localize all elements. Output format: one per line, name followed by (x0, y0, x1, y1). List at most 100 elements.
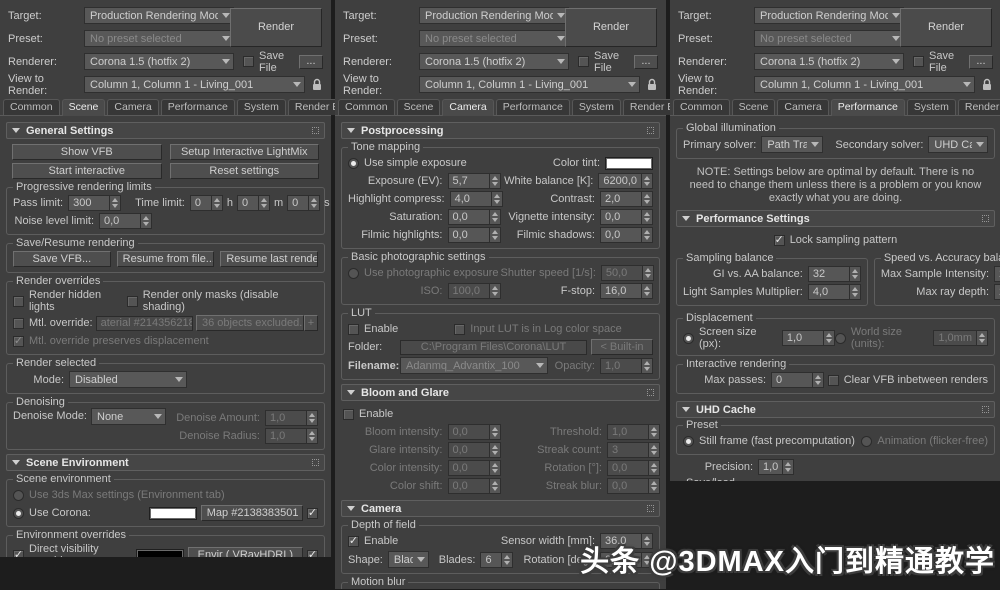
preset-dropdown[interactable]: No preset selected (84, 30, 234, 47)
add-exclude-button[interactable]: + (304, 315, 318, 331)
render-only-masks-checkbox[interactable] (127, 296, 138, 307)
streak-blur-spinner[interactable]: 0,0 (607, 478, 660, 494)
screen-size-spinner[interactable]: 1,0 (782, 330, 835, 346)
lock-icon[interactable] (311, 78, 323, 92)
bloom-enable-checkbox[interactable] (343, 409, 354, 420)
spinner-arrows-icon[interactable] (642, 191, 653, 207)
render-button[interactable]: Render (230, 8, 322, 47)
lut-log-checkbox[interactable] (454, 324, 465, 335)
save-file-checkbox[interactable] (243, 56, 254, 67)
lut-folder-field[interactable]: C:\Program Files\Corona\LUT (400, 340, 587, 355)
tab-common[interactable]: Common (3, 99, 60, 115)
precision-spinner[interactable]: 1,0 (758, 459, 794, 475)
general-settings-rollout[interactable]: General Settings (6, 122, 325, 139)
spinner-arrows-icon[interactable] (490, 209, 501, 225)
renderer-dropdown[interactable]: Corona 1.5 (hotfix 2) (84, 53, 234, 70)
white-balance-spinner[interactable]: 6200,0 (598, 173, 653, 189)
spinner-arrows-icon[interactable] (141, 213, 152, 229)
pin-icon[interactable] (312, 459, 319, 466)
spinner-arrows-icon[interactable] (813, 372, 824, 388)
render-output-dots-button[interactable]: ... (299, 55, 323, 69)
direct-visibility-swatch[interactable] (136, 549, 184, 558)
pin-icon[interactable] (647, 505, 654, 512)
save-file-checkbox[interactable] (578, 56, 589, 67)
show-vfb-button[interactable]: Show VFB (12, 144, 162, 160)
spinner-arrows-icon[interactable] (642, 283, 653, 299)
spinner-arrows-icon[interactable] (490, 478, 501, 494)
blades-spinner[interactable]: 6 (480, 552, 513, 568)
resume-from-file-button[interactable]: Resume from file... (117, 251, 215, 267)
vignette-intensity-spinner[interactable]: 0,0 (600, 209, 653, 225)
view-to-render-dropdown[interactable]: Column 1, Column 1 - Living_001 (754, 76, 975, 93)
rotation-spinner[interactable]: 0,0 (607, 460, 660, 476)
tab-performance[interactable]: Performance (496, 99, 570, 115)
reset-settings-button[interactable]: Reset settings (170, 163, 320, 179)
shutter-speed-spinner[interactable]: 50,0 (601, 265, 654, 281)
gi-aa-spinner[interactable]: 32 (808, 266, 861, 282)
threshold-spinner[interactable]: 1,0 (607, 424, 660, 440)
start-interactive-button[interactable]: Start interactive (12, 163, 162, 179)
spinner-arrows-icon[interactable] (110, 195, 121, 211)
setup-lightmix-button[interactable]: Setup Interactive LightMix (170, 144, 320, 160)
time-minutes-spinner[interactable]: 0 (237, 195, 270, 211)
mtl-override-checkbox[interactable] (13, 318, 24, 329)
resume-last-render-button[interactable]: Resume last render (220, 251, 318, 267)
color-intensity-spinner[interactable]: 0,0 (448, 460, 501, 476)
still-frame-radio[interactable] (683, 436, 694, 447)
use-simple-exposure-radio[interactable] (348, 158, 359, 169)
spinner-arrows-icon[interactable] (490, 283, 501, 299)
pin-icon[interactable] (647, 127, 654, 134)
spinner-arrows-icon[interactable] (490, 227, 501, 243)
render-hidden-lights-checkbox[interactable] (13, 296, 24, 307)
bloom-glare-rollout[interactable]: Bloom and Glare (341, 384, 660, 401)
spinner-arrows-icon[interactable] (977, 330, 988, 346)
pin-icon[interactable] (647, 389, 654, 396)
denoise-mode-dropdown[interactable]: None (91, 408, 166, 425)
tab-common[interactable]: Common (338, 99, 395, 115)
spinner-arrows-icon[interactable] (490, 442, 501, 458)
lut-filename-dropdown[interactable]: Adanmq_Advantix_100 (400, 357, 548, 374)
tab-system[interactable]: System (237, 99, 286, 115)
render-button[interactable]: Render (565, 8, 657, 47)
direct-visibility-checkbox[interactable] (13, 550, 24, 558)
render-button[interactable]: Render (900, 8, 992, 47)
use-3dsmax-radio[interactable] (13, 490, 24, 501)
pin-icon[interactable] (982, 215, 989, 222)
spinner-arrows-icon[interactable] (649, 478, 660, 494)
filmic-highlights-spinner[interactable]: 0,0 (448, 227, 501, 243)
noise-limit-spinner[interactable]: 0,0 (99, 213, 152, 229)
spinner-arrows-icon[interactable] (824, 330, 835, 346)
performance-settings-rollout[interactable]: Performance Settings (676, 210, 995, 227)
save-vfb-button[interactable]: Save VFB... (13, 251, 111, 267)
tab-performance[interactable]: Performance (161, 99, 235, 115)
target-dropdown[interactable]: Production Rendering Mode (754, 7, 904, 24)
direct-visibility-map-button[interactable]: Envir ( VRayHDRI ) (188, 547, 303, 557)
preset-dropdown[interactable]: No preset selected (419, 30, 569, 47)
bloom-intensity-spinner[interactable]: 0,0 (448, 424, 501, 440)
time-seconds-spinner[interactable]: 0 (287, 195, 320, 211)
pass-limit-spinner[interactable]: 300 (68, 195, 121, 211)
corona-env-color-swatch[interactable] (149, 507, 197, 520)
spinner-arrows-icon[interactable] (643, 265, 654, 281)
world-size-spinner[interactable]: 1,0mm (933, 330, 988, 346)
render-selected-mode-dropdown[interactable]: Disabled (69, 371, 187, 388)
primary-solver-dropdown[interactable]: Path Tracing (761, 136, 823, 153)
save-file-checkbox[interactable] (913, 56, 924, 67)
denoise-radius-spinner[interactable]: 1,0 (265, 428, 318, 444)
tab-common[interactable]: Common (673, 99, 730, 115)
world-size-radio[interactable] (835, 333, 846, 344)
tab-camera[interactable]: Camera (777, 99, 828, 115)
saturation-spinner[interactable]: 0,0 (448, 209, 501, 225)
view-to-render-dropdown[interactable]: Column 1, Column 1 - Living_001 (419, 76, 640, 93)
pin-icon[interactable] (982, 406, 989, 413)
preserve-displacement-checkbox[interactable] (13, 336, 24, 347)
postprocessing-rollout[interactable]: Postprocessing (341, 122, 660, 139)
secondary-solver-dropdown[interactable]: UHD Cache (928, 136, 988, 153)
tab-system[interactable]: System (572, 99, 621, 115)
spinner-arrows-icon[interactable] (642, 173, 653, 189)
exposure-spinner[interactable]: 5,7 (448, 173, 501, 189)
tab-performance[interactable]: Performance (831, 99, 905, 116)
screen-size-radio[interactable] (683, 333, 694, 344)
lock-sampling-checkbox[interactable] (774, 235, 785, 246)
lock-icon[interactable] (981, 78, 993, 92)
